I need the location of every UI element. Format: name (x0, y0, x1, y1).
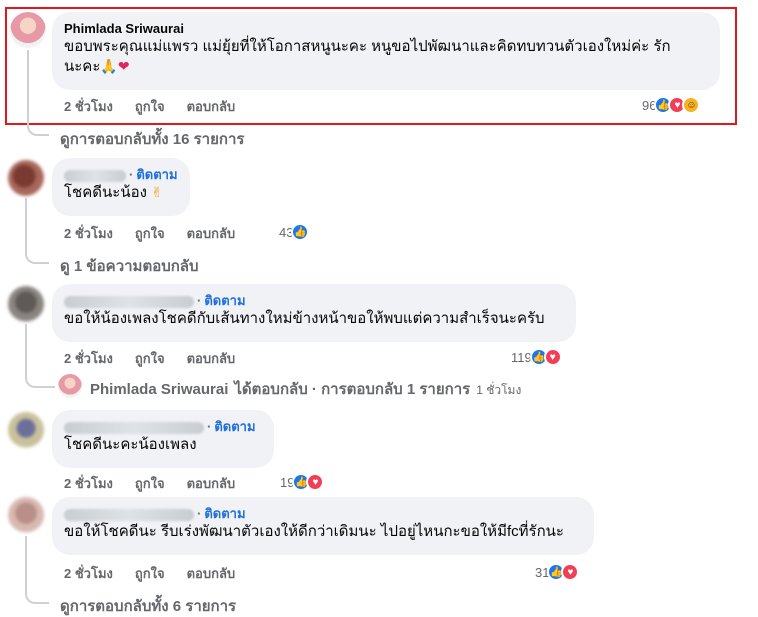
author-name-blurred[interactable] (64, 169, 126, 182)
like-button[interactable]: ถูกใจ (135, 473, 165, 494)
like-button[interactable]: ถูกใจ (135, 348, 165, 369)
author-name-blurred[interactable] (64, 508, 194, 521)
reply-summary-name[interactable]: Phimlada Sriwaurai (90, 381, 228, 398)
reply-summary[interactable]: Phimlada Sriwaurai ได้ตอบกลับ · การตอบกล… (90, 377, 521, 401)
follow-button[interactable]: ติดตาม (204, 506, 245, 521)
avatar[interactable] (8, 286, 44, 322)
avatar[interactable] (8, 497, 44, 533)
pray-heart-emoji-icon: 🙏❤ (100, 59, 130, 75)
comment-actions: 2 ชั่วโมง ถูกใจ ตอบกลับ (64, 563, 235, 584)
follow-button[interactable]: ติดตาม (214, 419, 255, 434)
comment-actions: 2 ชั่วโมง ถูกใจ ตอบกลับ (64, 473, 235, 494)
reply-avatar[interactable] (58, 374, 82, 398)
love-reaction-icon: ♥ (306, 473, 325, 491)
author-name-blurred[interactable] (64, 295, 194, 308)
comment-text: โชคดีนะน้อง (64, 184, 147, 201)
reply-button[interactable]: ตอบกลับ (187, 348, 236, 369)
comment-text: ขอให้โชคดีนะ รีบเร่งพัฒนาตัวเองให้ดีกว่า… (64, 523, 564, 540)
avatar[interactable] (8, 412, 44, 448)
reaction-summary[interactable]: 43 👍 (279, 223, 310, 241)
thread-connector (25, 324, 55, 388)
author-name-blurred[interactable] (64, 421, 204, 434)
comment-text: ขอบพระคุณแม่แพรว แม่ยุ้ยที่ให้โอกาสหนูนะ… (64, 38, 671, 55)
comment-text-cont: นะคะ (64, 58, 101, 75)
comment-actions: 2 ชั่วโมง ถูกใจ ตอบกลับ (64, 348, 235, 369)
comment-bubble: · ติดตาม โชคดีนะน้อง ✌ (52, 158, 190, 216)
comment-bubble: Phimlada Sriwaurai ขอบพระคุณแม่แพรว แม่ย… (52, 12, 720, 90)
view-replies-link[interactable]: ดูการตอบกลับทั้ง 16 รายการ (60, 127, 244, 151)
comment-time[interactable]: 2 ชั่วโมง (64, 473, 113, 494)
avatar[interactable] (8, 160, 44, 196)
reply-summary-text: ได้ตอบกลับ · การตอบกลับ 1 รายการ (234, 381, 471, 398)
comment-text: ขอให้น้องเพลงโชคดีกับเส้นทางใหม่ข้างหน้า… (64, 310, 545, 327)
thread-connector (25, 536, 49, 604)
view-replies-link[interactable]: ดู 1 ข้อความตอบกลับ (60, 254, 199, 278)
like-button[interactable]: ถูกใจ (135, 563, 165, 584)
reaction-summary[interactable]: 19 👍 ♥ (280, 473, 325, 491)
comment-actions: 2 ชั่วโมง ถูกใจ ตอบกลับ (64, 223, 235, 244)
reaction-summary[interactable]: 96 👍 ♥ ☺ (642, 96, 701, 114)
follow-button[interactable]: ติดตาม (204, 293, 245, 308)
like-button[interactable]: ถูกใจ (135, 223, 165, 244)
reaction-summary[interactable]: 119 👍 ♥ (511, 348, 562, 366)
comment-author[interactable]: Phimlada Sriwaurai (64, 20, 708, 37)
love-reaction-icon: ♥ (543, 348, 562, 366)
comment-time[interactable]: 2 ชั่วโมง (64, 563, 113, 584)
avatar[interactable] (10, 12, 46, 48)
reply-summary-time: 1 ชั่วโมง (476, 383, 522, 397)
comment-time[interactable]: 2 ชั่วโมง (64, 223, 113, 244)
comment-bubble: · ติดตาม โชคดีนะคะน้องเพลง (52, 410, 274, 468)
comment-time[interactable]: 2 ชั่วโมง (64, 96, 113, 117)
reply-button[interactable]: ตอบกลับ (187, 473, 236, 494)
reply-button[interactable]: ตอบกลับ (187, 563, 236, 584)
reply-button[interactable]: ตอบกลับ (187, 96, 236, 117)
comment-text: โชคดีนะคะน้องเพลง (64, 436, 197, 453)
love-reaction-icon: ♥ (561, 563, 580, 581)
comment-bubble: · ติดตาม ขอให้โชคดีนะ รีบเร่งพัฒนาตัวเองใ… (52, 497, 594, 555)
comment-time[interactable]: 2 ชั่วโมง (64, 348, 113, 369)
like-reaction-icon: 👍 (291, 223, 310, 241)
like-button[interactable]: ถูกใจ (135, 96, 165, 117)
comment-bubble: · ติดตาม ขอให้น้องเพลงโชคดีกับเส้นทางใหม่… (52, 284, 576, 342)
view-replies-link[interactable]: ดูการตอบกลับทั้ง 6 รายการ (60, 594, 236, 617)
haha-reaction-icon: ☺ (682, 96, 701, 114)
reply-button[interactable]: ตอบกลับ (187, 223, 236, 244)
follow-button[interactable]: ติดตาม (136, 167, 177, 182)
victory-hand-emoji-icon: ✌ (151, 185, 163, 201)
thread-connector (27, 50, 49, 136)
reaction-count: 119 (511, 349, 532, 365)
reaction-summary[interactable]: 31 👍 ♥ (535, 563, 580, 581)
comment-actions: 2 ชั่วโมง ถูกใจ ตอบกลับ (64, 96, 235, 117)
thread-connector (25, 198, 49, 264)
